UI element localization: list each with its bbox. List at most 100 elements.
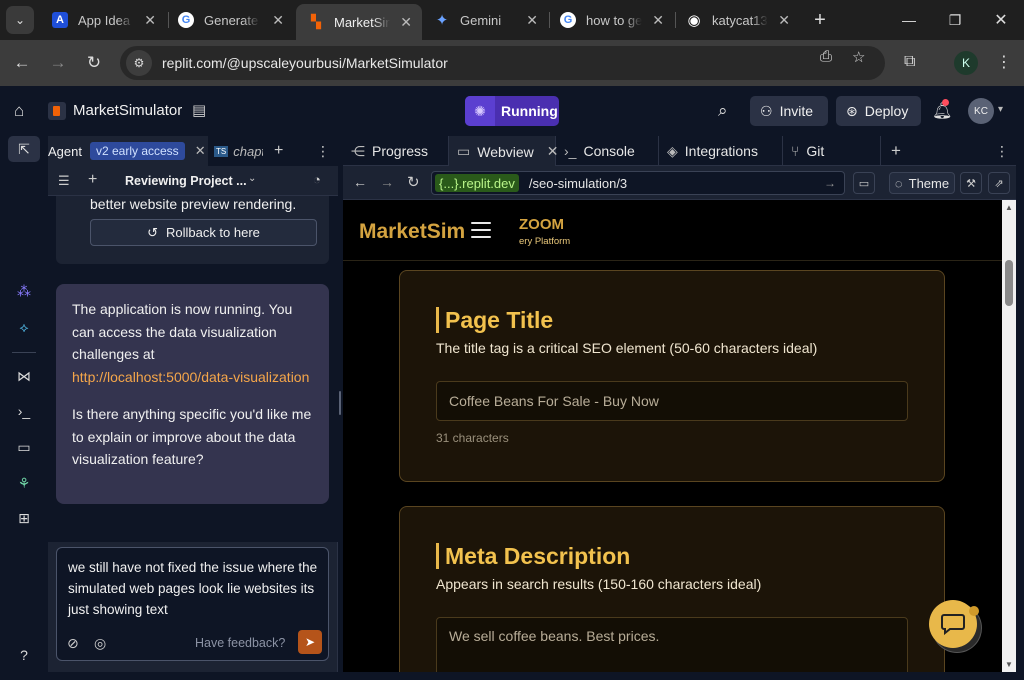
new-pane-tab-button[interactable]: +: [274, 136, 283, 166]
search-icon[interactable]: ⌕: [718, 101, 728, 121]
site-brand[interactable]: MarketSim: [359, 220, 465, 244]
running-button[interactable]: ✺ Running: [465, 96, 559, 126]
attach-paperclip-icon[interactable]: ⊘: [67, 635, 79, 652]
minimize-window-icon[interactable]: —: [886, 6, 932, 34]
close-tab-icon[interactable]: ✕: [195, 143, 206, 159]
close-window-icon[interactable]: ✕: [978, 6, 1024, 34]
forward-arrow-icon[interactable]: →: [45, 50, 71, 76]
reload-icon[interactable]: ↻: [81, 50, 107, 76]
tab-progress[interactable]: ⋲ Progress: [343, 136, 449, 166]
scroll-up-arrow-icon[interactable]: ▲: [1005, 203, 1013, 212]
extensions-puzzle-icon[interactable]: ⧉: [904, 53, 915, 71]
gauge-icon[interactable]: ◔: [313, 172, 321, 187]
close-tab-icon[interactable]: ✕: [652, 12, 664, 29]
new-thread-icon[interactable]: +: [88, 171, 97, 189]
tab-git[interactable]: ⑂ Git: [783, 136, 881, 166]
webview-scrollbar[interactable]: ▲ ▼: [1002, 200, 1016, 672]
browser-menu-icon[interactable]: ⋮: [996, 52, 1012, 72]
theme-button[interactable]: ◌ Theme: [889, 172, 955, 194]
agent-message: better website preview rendering. ↺ Roll…: [56, 196, 329, 264]
tab-label: Git: [806, 143, 825, 159]
browser-tab-app-idea[interactable]: A App Idea Brainstorm ✕: [40, 6, 166, 34]
scroll-down-arrow-icon[interactable]: ▼: [1005, 660, 1013, 669]
agent-chat-input[interactable]: we still have not fixed the issue where …: [56, 547, 329, 661]
thread-title[interactable]: Reviewing Project ...: [125, 174, 247, 188]
thread-list-icon[interactable]: ☰: [58, 173, 70, 189]
rollback-button[interactable]: ↺ Rollback to here: [90, 219, 317, 246]
preview-tool-icon[interactable]: ⋈: [8, 363, 40, 389]
back-arrow-icon[interactable]: ←: [353, 174, 367, 190]
localhost-link[interactable]: http://localhost:5000/data-visualization: [72, 369, 309, 385]
browser-tab-github[interactable]: ◉ katycat131 ✕: [674, 6, 800, 34]
tab-integrations[interactable]: ◈ Integrations: [659, 136, 783, 166]
new-workspace-tab-button[interactable]: +: [891, 141, 901, 161]
device-preview-icon[interactable]: ▭: [853, 172, 875, 194]
chat-input-text[interactable]: we still have not fixed the issue where …: [68, 557, 318, 620]
agent-chat-scroll[interactable]: better website preview rendering. ↺ Roll…: [48, 196, 338, 542]
assistant-icon[interactable]: ⟡: [8, 314, 40, 340]
scrollbar-thumb[interactable]: [1005, 260, 1013, 306]
tab-console[interactable]: ›_ Console: [556, 136, 659, 166]
site-settings-icon[interactable]: ⚙: [126, 50, 152, 76]
project-name[interactable]: MarketSimulator: [73, 102, 182, 119]
send-button[interactable]: ➤: [298, 630, 322, 654]
user-avatar[interactable]: KC: [968, 98, 994, 124]
help-icon[interactable]: ?: [8, 642, 40, 668]
devtools-wrench-icon[interactable]: ⚒: [960, 172, 982, 194]
tab-webview[interactable]: ▭ Webview ✕: [449, 136, 559, 167]
address-bar[interactable]: ⚙ replit.com/@upscaleyourbusi/MarketSimu…: [120, 46, 885, 80]
webview-url-bar: ← → ↻ {...}.replit.dev /seo-simulation/3…: [343, 166, 1016, 200]
meta-description-textarea[interactable]: We sell coffee beans. Best prices.: [436, 617, 908, 672]
all-tools-grid-icon[interactable]: ⊞: [8, 505, 40, 531]
rollback-label: Rollback to here: [165, 225, 260, 240]
close-tab-icon[interactable]: ✕: [144, 12, 156, 29]
reload-icon[interactable]: ↻: [407, 173, 420, 191]
feedback-link[interactable]: Have feedback?: [195, 636, 285, 650]
workspace-menu-icon[interactable]: ⋮: [995, 143, 1009, 160]
browser-tab-how-to-get[interactable]: G how to get ✕: [548, 6, 674, 34]
agent-icon[interactable]: ⁂: [8, 278, 40, 304]
pane-menu-icon[interactable]: ⋮: [316, 136, 330, 166]
browser-toolbar: ← → ↻ ⚙ replit.com/@upscaleyourbusi/Mark…: [0, 40, 1024, 86]
close-tab-icon[interactable]: ✕: [272, 12, 284, 29]
deploy-button[interactable]: ⊛ Deploy: [836, 96, 921, 126]
target-icon[interactable]: ◎: [94, 635, 106, 652]
tab-search-button[interactable]: ⌄: [6, 6, 34, 34]
toggle-sidebar-icon[interactable]: ⇱: [8, 136, 40, 162]
browser-tab-marketsimulator[interactable]: ▚ MarketSimulator ✕: [296, 4, 422, 40]
back-arrow-icon[interactable]: ←: [9, 50, 35, 76]
install-app-icon[interactable]: ⎙: [820, 48, 832, 65]
typescript-file-icon: TS: [214, 145, 229, 157]
hamburger-menu-icon[interactable]: [471, 222, 491, 238]
send-arrow-icon: ➤: [304, 635, 316, 649]
chevron-down-icon[interactable]: ⌄: [248, 173, 256, 184]
browser-tab-gemini[interactable]: ✦ Gemini ✕: [422, 6, 548, 34]
new-tab-button[interactable]: +: [808, 8, 832, 32]
tab-label: Integrations: [684, 143, 758, 159]
dev-domain-badge[interactable]: {...}.replit.dev: [435, 174, 519, 192]
webview-path[interactable]: /seo-simulation/3: [529, 176, 627, 191]
close-tab-icon[interactable]: ✕: [526, 12, 538, 29]
chevron-down-icon[interactable]: ▾: [998, 104, 1003, 115]
webview-url-field[interactable]: {...}.replit.dev /seo-simulation/3 →: [431, 171, 845, 195]
browser-tab-generate-image[interactable]: G Generate image ✕: [166, 6, 294, 34]
close-tab-icon[interactable]: ✕: [778, 12, 790, 29]
webview-monitor-icon[interactable]: ▭: [8, 434, 40, 460]
invite-button[interactable]: ⚇ Invite: [750, 96, 828, 126]
maximize-window-icon[interactable]: ❐: [932, 6, 978, 34]
database-icon[interactable]: ▤: [192, 101, 206, 119]
tab-chapter[interactable]: TS chapter: [210, 136, 266, 166]
deployments-icon[interactable]: ⚘: [8, 470, 40, 496]
shell-icon[interactable]: ›_: [8, 398, 40, 424]
bookmark-star-icon[interactable]: ☆: [852, 48, 865, 66]
go-arrow-icon[interactable]: →: [824, 176, 836, 190]
close-tab-icon[interactable]: ✕: [400, 14, 412, 31]
page-title-input[interactable]: Coffee Beans For Sale - Buy Now: [436, 381, 908, 421]
early-access-badge: v2 early access: [89, 142, 185, 160]
browser-profile-avatar[interactable]: K: [954, 51, 978, 75]
forward-arrow-icon[interactable]: →: [380, 174, 394, 190]
tab-agent[interactable]: Agent v2 early access ✕: [48, 136, 208, 166]
open-new-window-icon[interactable]: ⇗: [988, 172, 1010, 194]
home-icon[interactable]: ⌂: [14, 101, 24, 121]
replit-header: ⌂ MarketSimulator ▤ ✺ Running ⌕ ⚇ Invite…: [0, 86, 1024, 136]
